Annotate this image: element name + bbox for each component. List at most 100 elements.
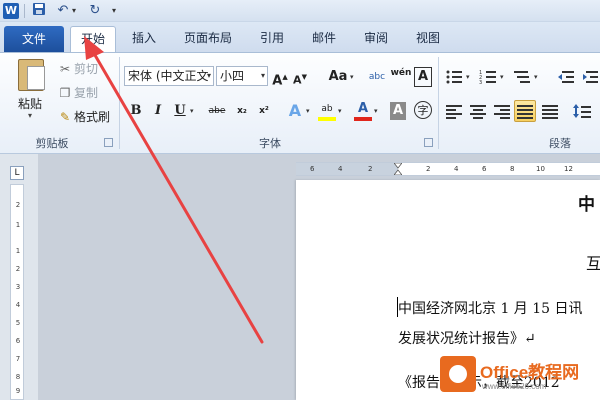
chevron-down-icon[interactable]: ▾ [350,67,354,87]
ruler-tick: 4 [338,165,343,173]
indent-marker-icon[interactable] [393,162,403,176]
decrease-indent-button[interactable] [556,67,576,87]
horizontal-ruler[interactable]: 6 4 2 2 4 6 8 10 12 [296,162,600,176]
ruler-tick: 6 [482,165,487,173]
chevron-down-icon[interactable]: ▾ [500,67,504,87]
tab-home[interactable]: 开始 [70,26,116,52]
cut-button[interactable]: ✂ 剪切 [58,60,98,78]
chevron-down-icon[interactable]: ▾ [338,101,342,121]
bold-button[interactable]: B [128,101,144,121]
copy-button[interactable]: ❐ 复制 [58,84,98,102]
group-divider [119,57,120,149]
strikethrough-button[interactable]: abe [206,101,228,121]
undo-icon[interactable]: ↶ [54,2,72,20]
vertical-ruler[interactable]: 2 1 1 2 3 4 5 6 7 8 9 [10,184,24,400]
superscript-button[interactable]: x² [256,101,272,121]
watermark: Office教程网 www.office26.com [440,354,600,400]
ruler-tick: 2 [368,165,373,173]
subscript-button[interactable]: x₂ [234,101,250,121]
tab-page-layout[interactable]: 页面布局 [176,26,240,52]
ruler-tick: 2 [15,201,21,209]
qat-separator [24,4,25,18]
tab-review[interactable]: 审阅 [356,26,396,52]
ruler-tick: 12 [564,165,573,173]
align-left-button[interactable] [444,101,464,121]
font-size-select[interactable]: 小四 ▾ [216,66,268,86]
customize-qat-icon[interactable]: ▾ [112,4,116,18]
tab-view[interactable]: 视图 [408,26,448,52]
group-divider [438,57,439,149]
chevron-down-icon[interactable]: ▾ [190,101,194,121]
font-group-label: 字体 [259,137,281,150]
font-name-select[interactable]: 宋体 (中文正文 ▾ [124,66,214,86]
underline-button[interactable]: U [172,101,188,121]
ruler-tick: 7 [15,355,21,363]
ruler-tick: 6 [15,337,21,345]
ruler-tick: 9 [15,387,21,395]
paste-button[interactable]: 粘贴 [18,95,42,112]
tab-insert[interactable]: 插入 [124,26,164,52]
font-launcher-icon[interactable] [424,138,433,147]
chevron-down-icon[interactable]: ▾ [534,67,538,87]
paste-dropdown-icon[interactable]: ▾ [28,111,32,120]
brush-icon: ✎ [59,110,71,124]
ruler-tick: 8 [510,165,515,173]
document-paragraph-line: 中国经济网北京 1 月 15 日讯 [398,301,583,317]
watermark-url: www.office26.com [482,382,547,391]
tab-mailings[interactable]: 邮件 [304,26,344,52]
phonetic-guide-button[interactable]: wén [390,63,412,83]
redo-icon[interactable]: ↻ [86,2,104,20]
line-spacing-button[interactable] [572,101,592,121]
ruler-tick: 6 [310,165,315,173]
character-border-button[interactable]: A [414,67,432,87]
chevron-down-icon[interactable]: ▾ [306,101,310,121]
ruler-tick: 2 [15,265,21,273]
ruler-tick: 8 [15,373,21,381]
save-icon[interactable] [30,2,48,20]
ribbon-home: 粘贴 ▾ ✂ 剪切 ❐ 复制 ✎ 格式刷 剪贴板 宋体 (中文正文 ▾ 小四 ▾ A▲ A… [0,52,600,154]
italic-button[interactable]: I [150,101,166,121]
ruler-tick: 4 [15,301,21,309]
distributed-button[interactable] [540,101,560,121]
tab-references[interactable]: 引用 [252,26,292,52]
align-right-button[interactable] [492,101,512,121]
ruler-tick: 10 [536,165,545,173]
highlight-color-button[interactable]: ab [318,101,336,121]
chevron-down-icon[interactable]: ▾ [466,67,470,87]
quick-access-toolbar: W ↶ ▾ ↻ ▾ [0,0,600,22]
bullets-button[interactable] [444,67,464,87]
tab-selector-button[interactable]: L [10,166,24,180]
justify-button[interactable] [514,100,536,122]
format-painter-button[interactable]: ✎ 格式刷 [58,108,110,126]
numbering-button[interactable]: 123 [478,67,498,87]
change-case-button[interactable]: Aa [326,67,350,87]
paste-icon[interactable] [18,59,45,91]
word-logo-icon[interactable]: W [3,3,19,19]
scissors-icon: ✂ [59,62,71,76]
chevron-down-icon: ▾ [260,71,265,80]
ruler-tick: 5 [15,319,21,327]
tab-file[interactable]: 文件 [4,26,64,52]
clear-formatting-button[interactable]: abc [366,67,388,87]
ruler-tick: 3 [15,283,21,291]
increase-indent-button[interactable] [580,67,600,87]
font-color-button[interactable]: A [354,101,372,121]
ribbon-tabs: 文件 开始 插入 页面布局 引用 邮件 审阅 视图 [0,22,600,52]
text-effects-button[interactable]: A [286,101,304,121]
character-shading-button[interactable]: A [390,102,406,120]
align-center-button[interactable] [468,101,488,121]
chevron-down-icon: ▾ [206,71,211,80]
grow-font-button[interactable]: A▲ [272,67,288,88]
undo-dropdown-icon[interactable]: ▾ [72,4,76,18]
paragraph-group-label: 段落 [549,137,571,150]
chevron-down-icon[interactable]: ▾ [374,101,378,121]
office-logo-icon [440,356,476,392]
document-subtitle: 互 [586,254,600,273]
clipboard-launcher-icon[interactable] [104,138,113,147]
enclose-characters-button[interactable]: 字 [414,101,432,119]
clipboard-group-label: 剪贴板 [35,137,69,150]
ruler-tick: 2 [426,165,431,173]
ruler-tick: 4 [454,165,459,173]
shrink-font-button[interactable]: A▼ [292,67,308,87]
multilevel-list-button[interactable] [512,67,532,87]
